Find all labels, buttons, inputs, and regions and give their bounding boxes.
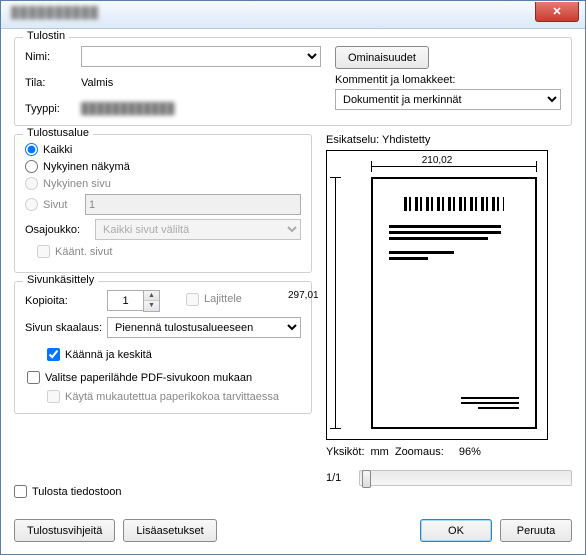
- ok-button[interactable]: OK: [420, 519, 492, 542]
- copies-input[interactable]: [107, 290, 143, 311]
- scaling-label: Sivun skaalaus:: [25, 322, 107, 334]
- properties-button[interactable]: Ominaisuudet: [335, 46, 429, 69]
- custom-paper-label: Käytä mukautettua paperikokoa tarvittaes…: [65, 391, 279, 403]
- preview-height: 297,01: [288, 290, 319, 301]
- print-range-group: Tulostusalue Kaikki Nykyinen näkymä Nyky…: [14, 134, 312, 273]
- ruler-h-icon: [371, 166, 537, 167]
- rotate-label: Käännä ja keskitä: [65, 349, 152, 361]
- rotate-check[interactable]: [47, 348, 60, 361]
- range-legend: Tulostusalue: [23, 127, 93, 139]
- range-pages-label: Sivut: [43, 199, 85, 211]
- range-pages-radio: [25, 198, 38, 211]
- spin-down-icon[interactable]: ▼: [144, 301, 159, 311]
- range-page-radio: [25, 177, 38, 190]
- page-count: 1/1: [326, 472, 341, 484]
- range-view-radio[interactable]: [25, 160, 38, 173]
- close-icon: ✕: [552, 6, 561, 18]
- advanced-button[interactable]: Lisäasetukset: [123, 519, 216, 542]
- subset-label: Osajoukko:: [25, 224, 95, 236]
- preview-page: [371, 177, 537, 429]
- scaling-select[interactable]: Pienennä tulostusalueeseen: [107, 317, 301, 338]
- titlebar: ██████████ ✕: [1, 1, 585, 29]
- printer-name-label: Nimi:: [25, 51, 81, 63]
- paper-source-check[interactable]: [27, 371, 40, 384]
- print-dialog: ██████████ ✕ Tulostin Nimi: Tila: V: [0, 0, 586, 555]
- subset-select: Kaikki sivut väliltä: [95, 219, 301, 240]
- printer-name-select[interactable]: [81, 46, 321, 67]
- print-to-file-check[interactable]: [14, 485, 27, 498]
- print-to-file-label: Tulosta tiedostoon: [32, 486, 121, 498]
- ruler-v-icon: [335, 177, 336, 429]
- tips-button[interactable]: Tulostusvihjeitä: [14, 519, 115, 542]
- collate-check: [186, 293, 199, 306]
- zoom-value: 96%: [459, 446, 481, 458]
- handling-legend: Sivunkäsittely: [23, 274, 98, 286]
- slider-thumb[interactable]: [362, 470, 371, 488]
- cancel-button[interactable]: Peruuta: [500, 519, 572, 542]
- close-button[interactable]: ✕: [535, 2, 579, 22]
- printer-type-label: Tyyppi:: [25, 103, 81, 115]
- zoom-label: Zoomaus:: [395, 446, 444, 458]
- comments-select[interactable]: Dokumentit ja merkinnät: [335, 89, 561, 110]
- reverse-check: [37, 245, 50, 258]
- preview-box: 210,02: [326, 150, 548, 440]
- pages-input: [85, 194, 301, 215]
- range-page-label: Nykyinen sivu: [43, 178, 111, 190]
- units-value: mm: [371, 446, 389, 458]
- collate-label: Lajittele: [204, 293, 242, 305]
- paper-source-label: Valitse paperilähde PDF-sivukoon mukaan: [45, 372, 252, 384]
- copies-spinner[interactable]: ▲▼: [107, 290, 160, 312]
- printer-legend: Tulostin: [23, 30, 69, 42]
- preview-width: 210,02: [422, 155, 453, 166]
- range-all-label: Kaikki: [43, 144, 72, 156]
- page-handling-group: Sivunkäsittely Kopioita: ▲▼ Lajittele Si…: [14, 281, 312, 414]
- range-all-radio[interactable]: [25, 143, 38, 156]
- range-view-label: Nykyinen näkymä: [43, 161, 130, 173]
- window-title: ██████████: [11, 7, 99, 19]
- printer-group: Tulostin Nimi: Tila: Valmis Tyyppi:: [14, 37, 572, 126]
- preview-label: Esikatselu: Yhdistetty: [326, 134, 572, 146]
- spin-up-icon[interactable]: ▲: [144, 291, 159, 301]
- page-slider[interactable]: [359, 470, 572, 486]
- reverse-label: Käänt. sivut: [55, 246, 112, 258]
- custom-paper-check: [47, 390, 60, 403]
- printer-type-value: ████████████: [81, 103, 175, 115]
- printer-status-value: Valmis: [81, 77, 113, 89]
- copies-label: Kopioita:: [25, 295, 107, 307]
- printer-status-label: Tila:: [25, 77, 81, 89]
- comments-label: Kommentit ja lomakkeet:: [335, 74, 561, 86]
- barcode-icon: [404, 197, 504, 211]
- units-label: Yksiköt:: [326, 446, 365, 458]
